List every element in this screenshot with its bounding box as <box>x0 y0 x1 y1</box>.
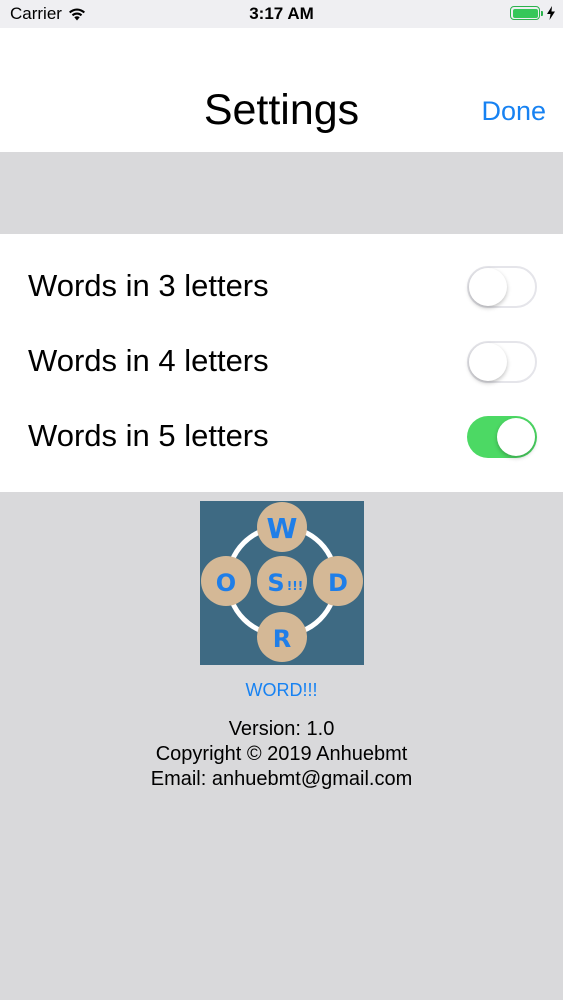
version-text: Version: 1.0 <box>228 718 335 740</box>
setting-label: Words in 4 letters <box>28 343 269 378</box>
status-bar: Carrier 3:17 AM <box>0 0 563 28</box>
copyright-text: Copyright © 2019 Anhuebmt <box>155 743 408 765</box>
toggle-knob <box>469 268 507 306</box>
toggle-knob <box>469 343 507 381</box>
logo-letter-bottom: R <box>273 625 291 653</box>
setting-row-4-letters: Words in 4 letters <box>0 325 563 399</box>
setting-label: Words in 5 letters <box>28 418 269 453</box>
toggle-knob <box>497 418 535 456</box>
app-name-link[interactable]: WORD!!! <box>0 680 563 701</box>
toggle-5-letters[interactable] <box>467 416 537 458</box>
battery-icon <box>510 6 540 20</box>
setting-label: Words in 3 letters <box>28 268 269 303</box>
email-text: Email: anhuebmt@gmail.com <box>150 768 413 790</box>
logo-letter-center: S <box>267 569 284 597</box>
battery-tip <box>541 10 543 16</box>
page-title: Settings <box>203 86 360 134</box>
done-button[interactable]: Done <box>481 96 546 127</box>
status-time: 3:17 AM <box>249 4 314 23</box>
logo-letter-right: D <box>328 569 348 597</box>
charging-bolt-icon <box>547 6 555 20</box>
toggle-4-letters[interactable] <box>467 341 537 383</box>
battery-indicator <box>510 6 555 20</box>
logo-letter-top: W <box>267 512 298 545</box>
battery-level <box>512 8 538 18</box>
toggle-3-letters[interactable] <box>467 266 537 308</box>
setting-row-5-letters: Words in 5 letters <box>0 400 563 474</box>
setting-row-3-letters: Words in 3 letters <box>0 250 563 324</box>
settings-list: Words in 3 letters Words in 4 letters Wo… <box>0 234 563 492</box>
navigation-bar: Settings Done <box>0 28 563 152</box>
logo-exclamations: !!! <box>287 579 303 593</box>
app-logo: W O S D R !!! <box>200 501 364 665</box>
logo-letter-left: O <box>216 569 236 597</box>
